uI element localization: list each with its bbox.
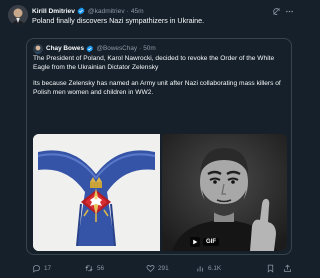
author-avatar[interactable] [8, 5, 28, 25]
action-end-group [266, 264, 292, 273]
quote-time[interactable]: 50m [143, 45, 155, 52]
separator-dot: · [126, 7, 129, 15]
reply-icon [32, 264, 41, 273]
author-handle[interactable]: @kadmitriev [88, 8, 125, 15]
repost-icon [84, 264, 94, 273]
action-bar: 17 56 291 6.1K [32, 262, 292, 274]
like-icon [146, 264, 155, 273]
post-text: Poland finally discovers Nazi sympathize… [32, 16, 205, 25]
bookmark-icon[interactable] [266, 264, 275, 273]
verified-badge-icon [77, 7, 85, 15]
like-count: 291 [158, 264, 169, 272]
repost-button[interactable]: 56 [84, 264, 146, 273]
views-count: 6.1K [208, 264, 222, 272]
post-time[interactable]: 45m [131, 8, 144, 15]
repost-count: 56 [97, 264, 105, 272]
grok-icon[interactable] [272, 7, 281, 16]
reply-count: 17 [44, 264, 52, 272]
avatar-photo [8, 5, 28, 25]
gif-label: GIF [203, 238, 219, 246]
more-icon[interactable] [285, 7, 294, 16]
header-actions [272, 7, 294, 16]
gif-badge: GIF [190, 237, 219, 247]
quote-paragraph-2: Its because Zelensky has named an Army u… [33, 80, 281, 96]
quote-paragraph-1: The President of Poland, Karol Nawrocki,… [33, 55, 275, 71]
author-name[interactable]: Kirill Dmitriev [32, 8, 75, 15]
quoted-post[interactable]: Chay Bowes @BowesChay · 50m The Presiden… [26, 38, 292, 255]
order-white-eagle-image[interactable] [33, 134, 160, 251]
quote-author-avatar [33, 43, 43, 54]
reply-button[interactable]: 17 [32, 264, 84, 273]
like-button[interactable]: 291 [146, 264, 196, 273]
quote-author-handle[interactable]: @BowesChay [97, 45, 138, 52]
share-icon[interactable] [283, 264, 292, 273]
separator-dot: · [139, 45, 142, 52]
quote-author-name[interactable]: Chay Bowes [46, 45, 84, 52]
quote-text: The President of Poland, Karol Nawrocki,… [33, 55, 285, 105]
verified-badge-icon [86, 45, 94, 53]
views-icon [196, 264, 205, 273]
portrait-gif-media[interactable]: GIF [162, 134, 287, 251]
quote-header: Chay Bowes @BowesChay · 50m [33, 43, 156, 54]
play-icon[interactable] [190, 237, 200, 247]
views-button[interactable]: 6.1K [196, 264, 248, 273]
